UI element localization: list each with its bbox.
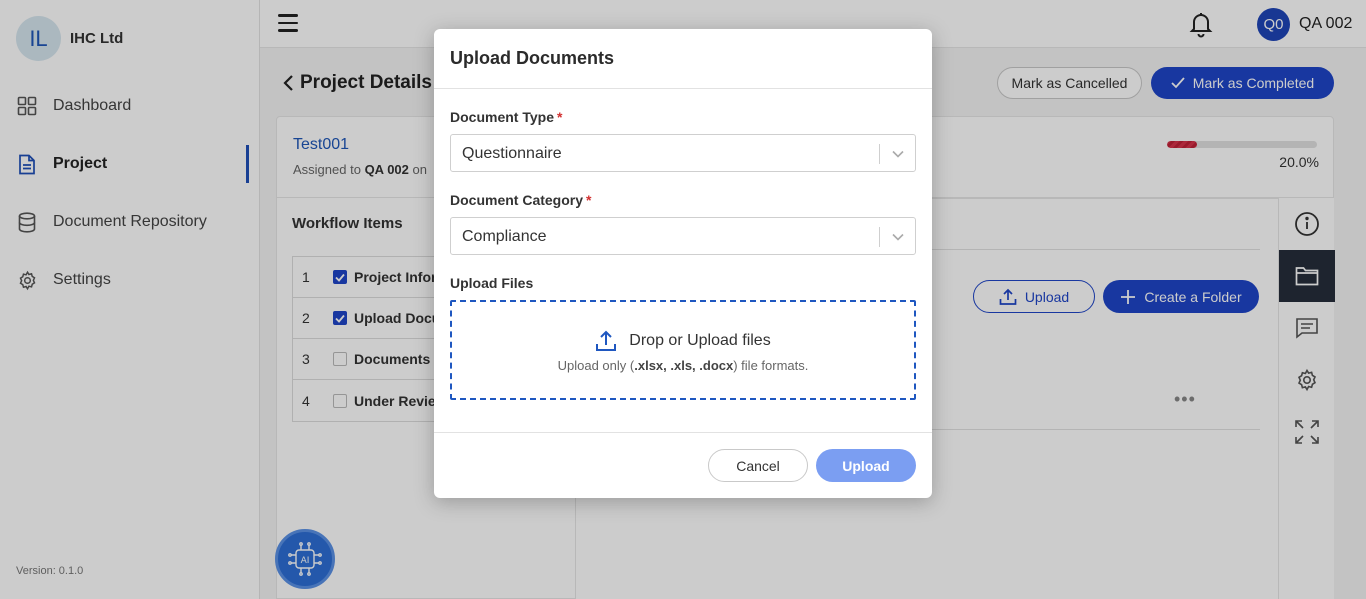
chevron-down-icon[interactable] [891,147,905,161]
upload-files-label: Upload Files [450,275,534,291]
file-dropzone[interactable]: Drop or Upload files Upload only (.xlsx,… [450,300,916,400]
dropzone-main: Drop or Upload files [452,330,914,352]
required-mark: * [556,109,563,125]
chevron-down-icon[interactable] [891,230,905,244]
document-type-select[interactable]: Questionnaire [450,134,916,172]
upload-icon [596,330,617,351]
document-category-select[interactable]: Compliance [450,217,916,255]
upload-documents-modal: Upload Documents Document Type * Question… [434,29,932,498]
formats-list: .xlsx, .xls, .docx [634,358,734,373]
cancel-button[interactable]: Cancel [708,449,808,482]
document-category-label-text: Document Category [450,192,584,208]
formats-suffix: ) file formats. [733,358,809,373]
document-category-label: Document Category * [450,192,591,208]
dropzone-text: Drop or Upload files [629,332,771,349]
upload-submit-button[interactable]: Upload [816,449,916,482]
select-separator [879,144,880,164]
required-mark: * [586,192,592,208]
select-separator [879,227,880,247]
document-type-value: Questionnaire [462,145,562,162]
modal-title: Upload Documents [450,48,615,68]
document-type-label: Document Type * [450,109,562,125]
document-type-label-text: Document Type [450,109,554,125]
dropzone-formats: Upload only (.xlsx, .xls, .docx) file fo… [452,358,914,373]
divider [434,88,932,89]
document-category-value: Compliance [462,228,547,245]
divider [434,432,932,433]
formats-prefix: Upload only ( [557,358,635,373]
